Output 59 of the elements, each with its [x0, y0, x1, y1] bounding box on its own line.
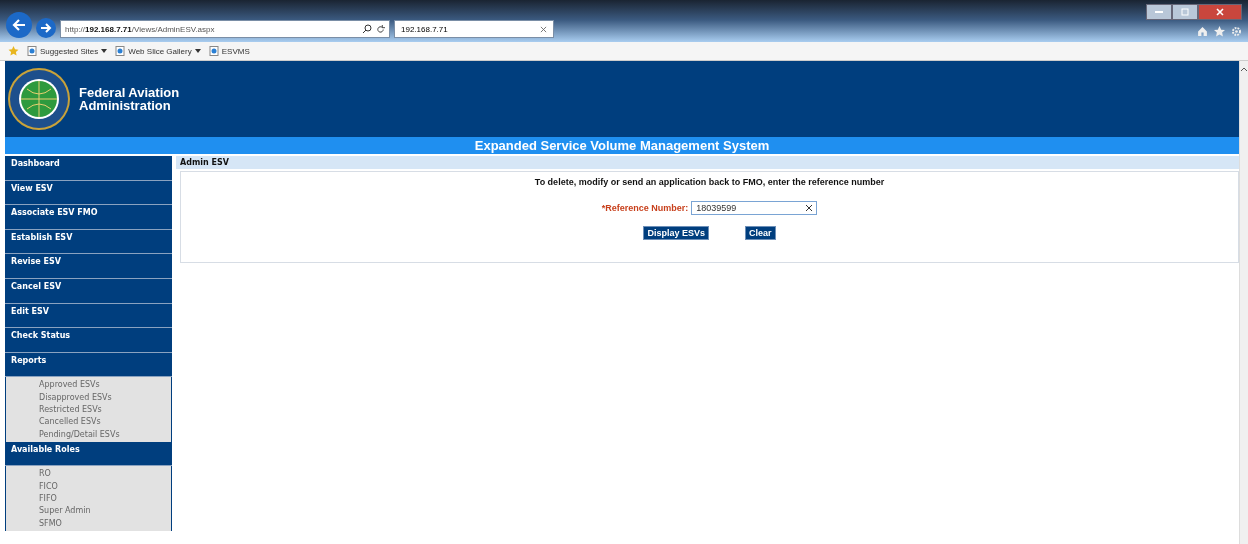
search-icon[interactable] — [362, 24, 372, 34]
favorites-star-icon[interactable] — [8, 46, 19, 56]
sidebar-item[interactable]: Dashboard — [5, 156, 172, 181]
submenu-item[interactable]: Disapproved ESVs — [39, 391, 171, 404]
forward-button[interactable] — [36, 18, 56, 38]
field-label: *Reference Number: — [601, 203, 689, 213]
caret-icon — [194, 49, 201, 53]
submenu-item[interactable]: Super Admin — [39, 505, 171, 518]
restore-button[interactable] — [1172, 4, 1198, 20]
system-title: Expanded Service Volume Management System — [5, 137, 1239, 154]
minimize-icon — [1155, 10, 1163, 14]
favorites-link[interactable]: Suggested Sites — [27, 46, 108, 56]
organization-name: Federal Aviation Administration — [79, 86, 180, 112]
close-icon[interactable] — [540, 25, 547, 33]
seal-logo-icon — [7, 67, 71, 131]
submenu-item[interactable]: Cancelled ESVs — [39, 416, 171, 429]
clear-field-icon[interactable] — [806, 205, 813, 211]
address-bar[interactable]: http://192.168.7.71/Views/AdminESV.aspx — [60, 20, 390, 38]
instruction-text: To delete, modify or send an application back to FMO, enter the reference number — [534, 177, 885, 187]
forward-arrow-icon — [40, 23, 52, 33]
scrollbar[interactable] — [1239, 61, 1248, 544]
submenu-item[interactable]: SFMO — [39, 517, 171, 530]
browser-tab[interactable]: 192.168.7.71 — [394, 20, 554, 38]
restore-icon — [1181, 8, 1189, 16]
sidebar-item[interactable]: Reports — [5, 352, 172, 378]
page-icon — [27, 46, 37, 56]
home-icon[interactable] — [1197, 26, 1208, 37]
sidebar-item[interactable]: Edit ESV — [5, 303, 172, 329]
minimize-button[interactable] — [1146, 4, 1172, 20]
submenu-item[interactable]: RO — [39, 468, 171, 481]
close-icon — [1216, 8, 1224, 16]
submenu-item[interactable]: Approved ESVs — [39, 379, 171, 392]
settings-icon[interactable] — [1231, 26, 1242, 37]
page-icon — [208, 46, 219, 56]
star-icon[interactable] — [1214, 26, 1225, 37]
favorites-link[interactable]: Web Slice Gallery — [115, 46, 201, 56]
form-button[interactable]: Clear — [745, 226, 776, 240]
favorites-link[interactable]: ESVMS — [208, 46, 250, 56]
close-button[interactable] — [1198, 4, 1242, 20]
sidebar-item[interactable]: View ESV — [5, 180, 172, 206]
sidebar-item[interactable]: Cancel ESV — [5, 278, 172, 304]
sidebar-item[interactable]: Check Status — [5, 328, 172, 353]
sidebar-item[interactable]: Available Roles — [5, 441, 172, 467]
submenu-item[interactable]: Pending/Detail ESVs — [39, 428, 171, 441]
back-button[interactable] — [6, 12, 32, 38]
submenu-item[interactable]: FIFO — [39, 493, 171, 506]
back-arrow-icon — [12, 19, 26, 31]
section-title: Admin ESV — [176, 156, 1239, 169]
page-icon — [115, 46, 126, 56]
sidebar-item[interactable]: Revise ESV — [5, 254, 172, 279]
sidebar-item[interactable]: Associate ESV FMO — [5, 205, 172, 230]
refresh-icon[interactable] — [376, 24, 385, 34]
caret-icon — [101, 49, 108, 53]
reference-number-field[interactable]: 18039599 — [691, 201, 818, 215]
sidebar-item[interactable]: Establish ESV — [5, 229, 172, 255]
scroll-up-icon[interactable] — [1241, 67, 1247, 71]
submenu-item[interactable]: Restricted ESVs — [39, 403, 171, 417]
form-button[interactable]: Display ESVs — [643, 226, 709, 240]
submenu-item[interactable]: FICO — [39, 480, 171, 493]
